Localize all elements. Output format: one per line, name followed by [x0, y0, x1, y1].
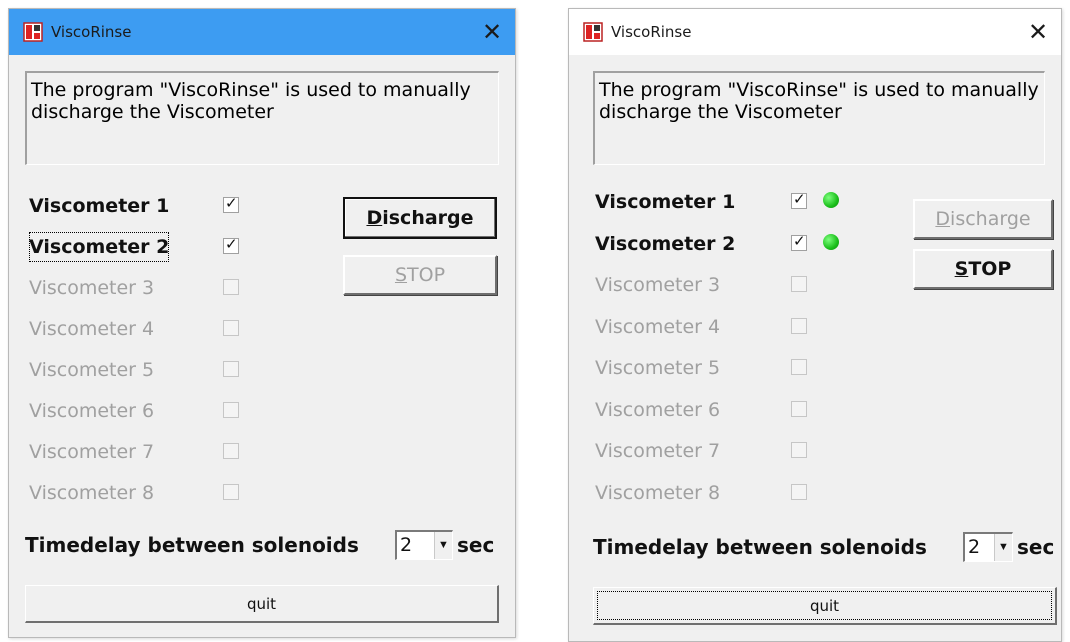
- checkmark-icon: ✓: [793, 190, 806, 208]
- viscometer-row-5: Viscometer 5: [569, 353, 869, 383]
- timedelay-value: 2: [400, 534, 413, 556]
- viscometer-5-checkbox[interactable]: [223, 361, 239, 377]
- viscometer-row-4: Viscometer 4: [9, 314, 309, 344]
- viscometer-4-checkbox[interactable]: [791, 317, 807, 334]
- description-box: The program "ViscoRinse" is used to manu…: [25, 71, 499, 165]
- viscometer-row-5: Viscometer 5: [9, 355, 309, 385]
- description-box: The program "ViscoRinse" is used to manu…: [593, 71, 1045, 165]
- viscometer-row-1: Viscometer 1 ✓: [569, 187, 869, 217]
- viscometer-5-label: Viscometer 5: [29, 359, 155, 381]
- viscometer-7-checkbox[interactable]: [791, 442, 807, 458]
- quit-button[interactable]: quit: [593, 587, 1057, 625]
- app-icon: [23, 22, 43, 42]
- discharge-label: ischarge: [950, 208, 1031, 230]
- stop-hotkey: S: [394, 264, 408, 286]
- viscometer-row-8: Viscometer 8: [9, 478, 309, 508]
- viscometer-3-checkbox[interactable]: [223, 279, 239, 295]
- viscometer-3-checkbox[interactable]: [791, 276, 807, 292]
- timedelay-select[interactable]: 2 ▼: [395, 530, 453, 560]
- viscometer-8-label: Viscometer 8: [595, 481, 721, 504]
- viscometer-row-1: Viscometer 1 ✓: [9, 191, 309, 221]
- viscometer-4-label: Viscometer 4: [595, 315, 721, 338]
- discharge-hotkey: D: [935, 208, 951, 230]
- viscometer-3-label: Viscometer 3: [29, 277, 155, 299]
- viscometer-7-label: Viscometer 7: [29, 441, 155, 463]
- checkmark-icon: ✓: [225, 194, 238, 212]
- timedelay-unit: sec: [457, 533, 495, 557]
- viscorinse-window-right: ViscoRinse ✕ The program "ViscoRinse" is…: [568, 8, 1062, 642]
- close-button[interactable]: ✕: [469, 9, 515, 55]
- viscometer-2-checkbox[interactable]: ✓: [791, 231, 807, 251]
- stop-hotkey: S: [954, 258, 969, 280]
- discharge-button[interactable]: Discharge: [343, 197, 497, 239]
- viscometer-row-2: Viscometer 2 ✓: [9, 232, 309, 262]
- viscometer-1-label[interactable]: Viscometer 1: [595, 187, 735, 217]
- viscometer-6-label: Viscometer 6: [29, 400, 155, 422]
- viscometer-6-label: Viscometer 6: [595, 398, 721, 421]
- viscometer-2-label[interactable]: Viscometer 2: [29, 232, 170, 262]
- viscometer-6-checkbox[interactable]: [223, 402, 239, 418]
- stop-button[interactable]: STOP: [913, 249, 1053, 289]
- dropdown-arrow-icon[interactable]: ▼: [434, 532, 452, 559]
- stop-label: TOP: [407, 264, 446, 286]
- quit-button[interactable]: quit: [25, 585, 499, 623]
- viscometer-1-checkbox[interactable]: ✓: [223, 194, 239, 213]
- discharge-button[interactable]: Discharge: [913, 199, 1053, 239]
- viscometer-row-4: Viscometer 4: [569, 312, 869, 342]
- discharge-label: ischarge: [382, 207, 474, 229]
- viscometer-1-label[interactable]: Viscometer 1: [29, 191, 169, 221]
- viscometer-7-checkbox[interactable]: [223, 443, 239, 459]
- viscometer-5-checkbox[interactable]: [791, 359, 807, 375]
- timedelay-label: Timedelay between solenoids: [593, 535, 927, 559]
- timedelay-unit: sec: [1017, 535, 1055, 559]
- viscometer-2-label[interactable]: Viscometer 2: [595, 229, 735, 259]
- viscometer-row-3: Viscometer 3: [9, 273, 309, 303]
- discharge-hotkey: D: [366, 207, 383, 229]
- viscometer-4-checkbox[interactable]: [223, 320, 239, 336]
- viscometer-row-3: Viscometer 3: [569, 270, 869, 300]
- close-button[interactable]: ✕: [1015, 9, 1061, 55]
- viscometer-6-checkbox[interactable]: [791, 400, 807, 417]
- checkmark-icon: ✓: [225, 235, 238, 253]
- focus-ring: [597, 591, 1052, 620]
- viscometer-8-checkbox[interactable]: [791, 483, 807, 500]
- viscometer-row-2: Viscometer 2 ✓: [569, 229, 869, 259]
- viscometer-row-8: Viscometer 8: [569, 478, 869, 508]
- timedelay-select[interactable]: 2 ▼: [963, 532, 1013, 562]
- app-icon: [583, 22, 603, 42]
- viscometer-5-label: Viscometer 5: [595, 357, 721, 379]
- viscometer-4-label: Viscometer 4: [29, 318, 155, 340]
- status-led-icon: [823, 192, 839, 208]
- dropdown-arrow-icon[interactable]: ▼: [994, 534, 1012, 561]
- stop-button[interactable]: STOP: [343, 255, 497, 295]
- viscometer-8-checkbox[interactable]: [223, 484, 239, 500]
- status-led-icon: [823, 233, 839, 250]
- viscometer-row-6: Viscometer 6: [569, 395, 869, 425]
- viscometer-row-6: Viscometer 6: [9, 396, 309, 426]
- title-bar[interactable]: ViscoRinse ✕: [9, 9, 515, 55]
- stop-label: TOP: [968, 258, 1012, 280]
- timedelay-value: 2: [968, 536, 981, 558]
- viscometer-1-checkbox[interactable]: ✓: [791, 190, 807, 209]
- viscometer-3-label: Viscometer 3: [595, 274, 721, 296]
- checkmark-icon: ✓: [793, 231, 806, 250]
- viscometer-row-7: Viscometer 7: [569, 436, 869, 466]
- quit-label: quit: [246, 595, 277, 613]
- viscometer-7-label: Viscometer 7: [595, 440, 721, 462]
- viscometer-2-checkbox[interactable]: ✓: [223, 235, 239, 254]
- window-title: ViscoRinse: [611, 23, 692, 41]
- viscometer-row-7: Viscometer 7: [9, 437, 309, 467]
- viscometer-8-label: Viscometer 8: [29, 482, 155, 504]
- window-title: ViscoRinse: [51, 23, 132, 41]
- timedelay-label: Timedelay between solenoids: [25, 533, 359, 557]
- title-bar[interactable]: ViscoRinse ✕: [569, 9, 1061, 55]
- viscorinse-window-left: ViscoRinse ✕ The program "ViscoRinse" is…: [8, 8, 516, 638]
